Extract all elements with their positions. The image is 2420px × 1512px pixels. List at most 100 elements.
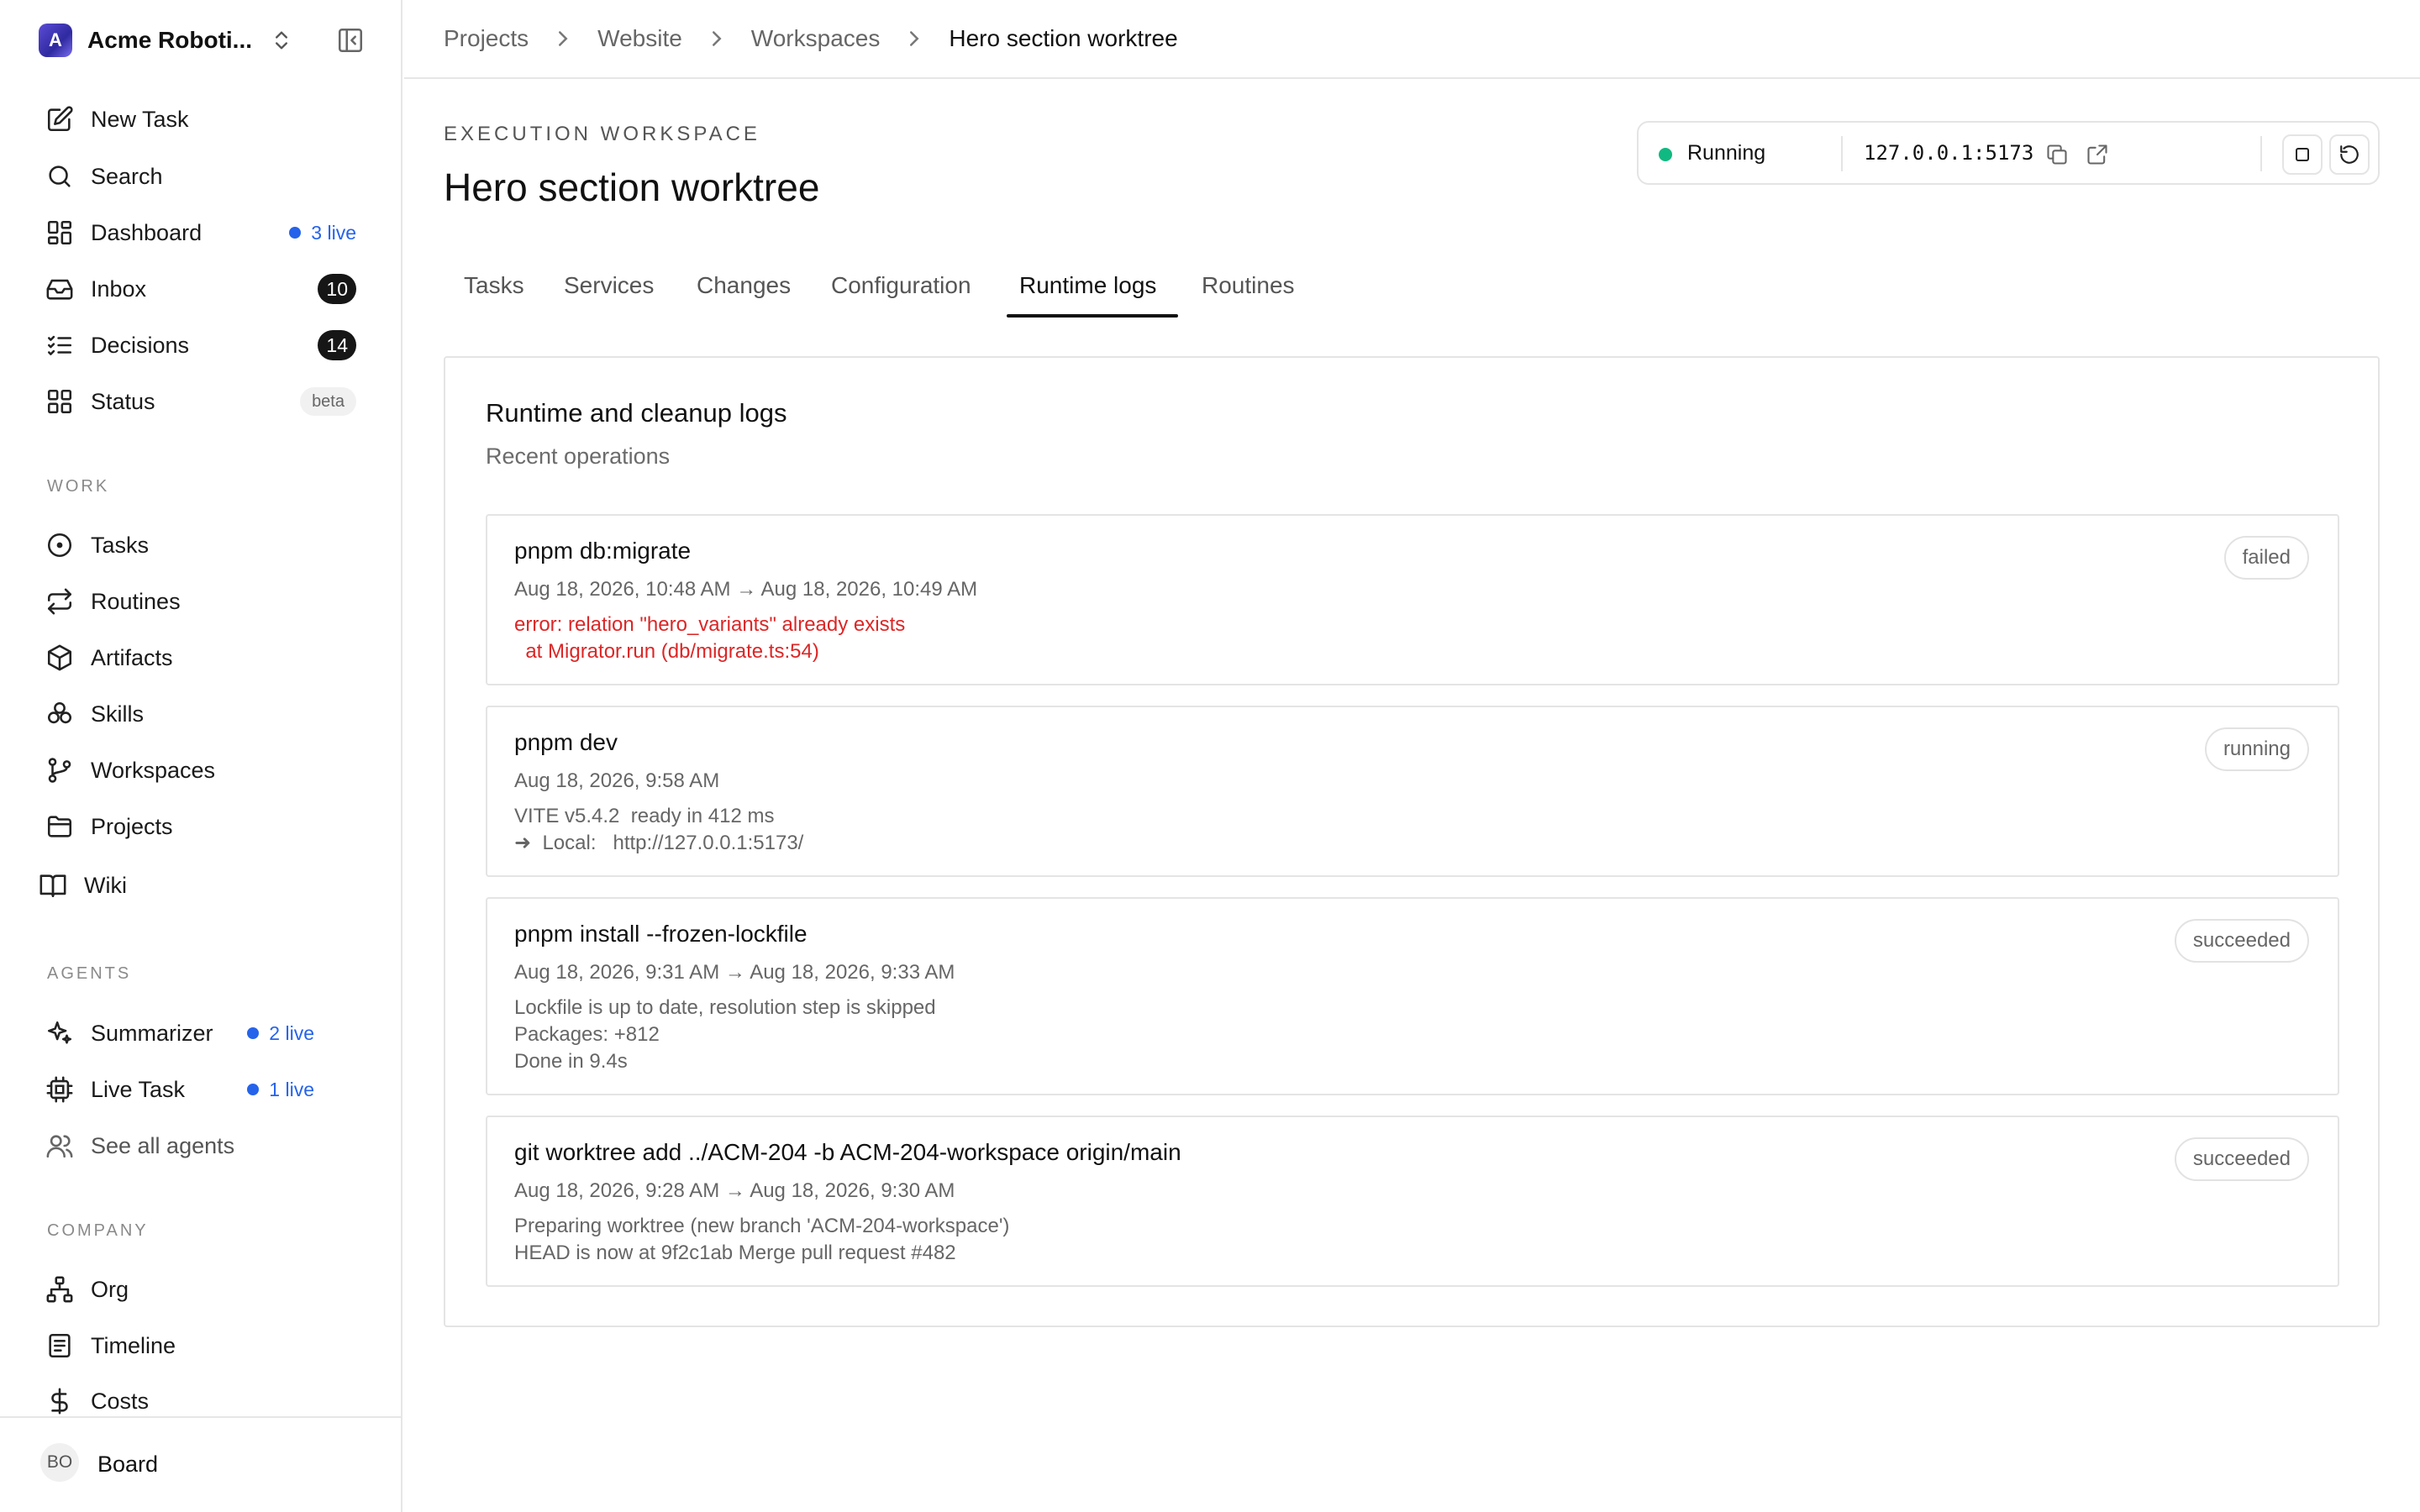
panel-subtitle: Recent operations [486, 444, 671, 469]
nav-status[interactable]: Status beta [45, 383, 356, 420]
sidebar: A Acme Roboti... New Task Search Dashboa… [0, 0, 402, 1512]
chevron-right-icon [559, 31, 568, 46]
pencil-square-icon [45, 105, 74, 134]
nav-routines[interactable]: Routines [45, 583, 356, 620]
divider [1841, 136, 1843, 171]
log-entry: pnpm db:migrate Aug 18, 2026, 10:48 AM →… [486, 514, 2339, 685]
live-indicator: 2 live [247, 1022, 314, 1045]
breadcrumb-current: Hero section worktree [949, 25, 1178, 51]
log-output: Lockfile is up to date, resolution step … [514, 996, 936, 1073]
runtime-status-card: Running 127.0.0.1:5173 [1637, 121, 2380, 185]
status-text: Running [1687, 141, 1766, 165]
log-output: Preparing worktree (new branch 'ACM-204-… [514, 1215, 1010, 1264]
nav-timeline[interactable]: Timeline [45, 1327, 356, 1364]
sidebar-collapse-icon[interactable] [336, 26, 365, 55]
nav-label: Wiki [84, 872, 127, 898]
status-badge: running [2204, 727, 2309, 771]
status-dot [1659, 148, 1672, 161]
external-link-icon[interactable] [2086, 143, 2109, 166]
folder-icon [45, 812, 74, 841]
nav-agent-summarizer[interactable]: Summarizer 2 live [45, 1015, 314, 1052]
status-badge: succeeded [2174, 1137, 2309, 1181]
breadcrumb-website[interactable]: Website [597, 25, 682, 52]
tab-tasks[interactable]: Tasks [464, 267, 524, 318]
inbox-icon [45, 275, 74, 303]
panel-title: Runtime and cleanup logs [486, 398, 787, 428]
nav-inbox[interactable]: Inbox 10 [45, 270, 356, 307]
tab-runtime-logs[interactable]: Runtime logs [1019, 267, 1156, 318]
tab-changes[interactable]: Changes [697, 267, 791, 318]
breadcrumb-projects[interactable]: Projects [444, 25, 529, 52]
sparkles-icon [45, 1019, 74, 1047]
nav-see-all-agents[interactable]: See all agents [45, 1127, 356, 1164]
breadcrumb-workspaces[interactable]: Workspaces [751, 25, 881, 52]
runtime-logs-panel: Runtime and cleanup logs Recent operatio… [444, 356, 2380, 1327]
cpu-icon [45, 1075, 74, 1104]
nav-label: New Task [91, 106, 189, 132]
divider [2260, 136, 2262, 171]
search-icon [45, 162, 74, 191]
nav-tasks[interactable]: Tasks [45, 527, 356, 564]
tab-services[interactable]: Services [564, 267, 654, 318]
timeline-icon [45, 1331, 74, 1360]
nav-wiki[interactable]: Wiki [39, 867, 350, 904]
live-count: 1 live [269, 1078, 314, 1100]
nav-artifacts[interactable]: Artifacts [45, 639, 356, 676]
skills-icon [45, 700, 74, 728]
server-address: 127.0.0.1:5173 [1864, 141, 2034, 165]
live-count: 2 live [269, 1021, 314, 1044]
chevron-right-icon [712, 31, 722, 46]
nav-agent-live-task[interactable]: Live Task 1 live [45, 1071, 314, 1108]
nav-projects[interactable]: Projects [45, 808, 356, 845]
git-branch-icon [45, 756, 74, 785]
sidebar-footer[interactable]: BO Board [0, 1416, 402, 1512]
nav-label: Skills [91, 701, 145, 727]
grid-icon [45, 387, 74, 416]
stop-icon [2296, 148, 2309, 161]
log-command: git worktree add ../ACM-204 -b ACM-204-w… [514, 1139, 1181, 1165]
status-badge: failed [2223, 536, 2309, 580]
log-command: pnpm dev [514, 729, 618, 755]
avatar: BO [40, 1443, 79, 1482]
inbox-count-badge: 10 [318, 274, 356, 304]
company-switcher[interactable]: A Acme Roboti... [39, 24, 375, 57]
restart-icon [2340, 145, 2359, 164]
log-timestamp: Aug 18, 2026, 10:48 AM → Aug 18, 2026, 1… [514, 578, 978, 601]
nav-org[interactable]: Org [45, 1271, 356, 1308]
chevron-right-icon [910, 31, 919, 46]
nav-label: Search [91, 163, 163, 189]
nav-skills[interactable]: Skills [45, 696, 356, 732]
tab-routines[interactable]: Routines [1202, 267, 1295, 318]
nav-dashboard[interactable]: Dashboard 3 live [45, 214, 356, 251]
nav-decisions[interactable]: Decisions 14 [45, 327, 356, 364]
nav-costs[interactable]: Costs [45, 1383, 356, 1420]
log-entry: git worktree add ../ACM-204 -b ACM-204-w… [486, 1116, 2339, 1287]
nav-label: Decisions [91, 332, 190, 358]
active-tab-indicator [1007, 314, 1178, 318]
nav-new-task[interactable]: New Task [45, 101, 356, 138]
nav-label: See all agents [91, 1132, 235, 1158]
copy-icon[interactable] [2045, 143, 2069, 166]
nav-label: Artifacts [91, 644, 173, 670]
checklist-icon [45, 331, 74, 360]
tab-configuration[interactable]: Configuration [831, 267, 971, 318]
log-timestamp: Aug 18, 2026, 9:31 AM → Aug 18, 2026, 9:… [514, 961, 955, 984]
decisions-count-badge: 14 [318, 330, 356, 360]
nav-search[interactable]: Search [45, 158, 356, 195]
log-entry: pnpm dev Aug 18, 2026, 9:58 AM VITE v5.4… [486, 706, 2339, 877]
nav-label: Routines [91, 588, 181, 614]
company-avatar: A [39, 24, 72, 57]
live-indicator: 1 live [247, 1079, 314, 1101]
restart-button[interactable] [2329, 134, 2370, 175]
nav-label: Tasks [91, 532, 150, 558]
org-chart-icon [45, 1275, 74, 1304]
dollar-icon [45, 1387, 74, 1415]
users-icon [45, 1131, 74, 1160]
chevron-up-down-icon [276, 31, 287, 50]
nav-workspaces[interactable]: Workspaces [45, 752, 356, 789]
stop-button[interactable] [2282, 134, 2323, 175]
breadcrumb: Projects Website Workspaces Hero section… [404, 0, 2420, 79]
log-output: VITE v5.4.2 ready in 412 ms ➜ Local: htt… [514, 805, 804, 854]
page-title: Hero section worktree [444, 165, 820, 209]
live-indicator: 3 live [289, 222, 356, 244]
